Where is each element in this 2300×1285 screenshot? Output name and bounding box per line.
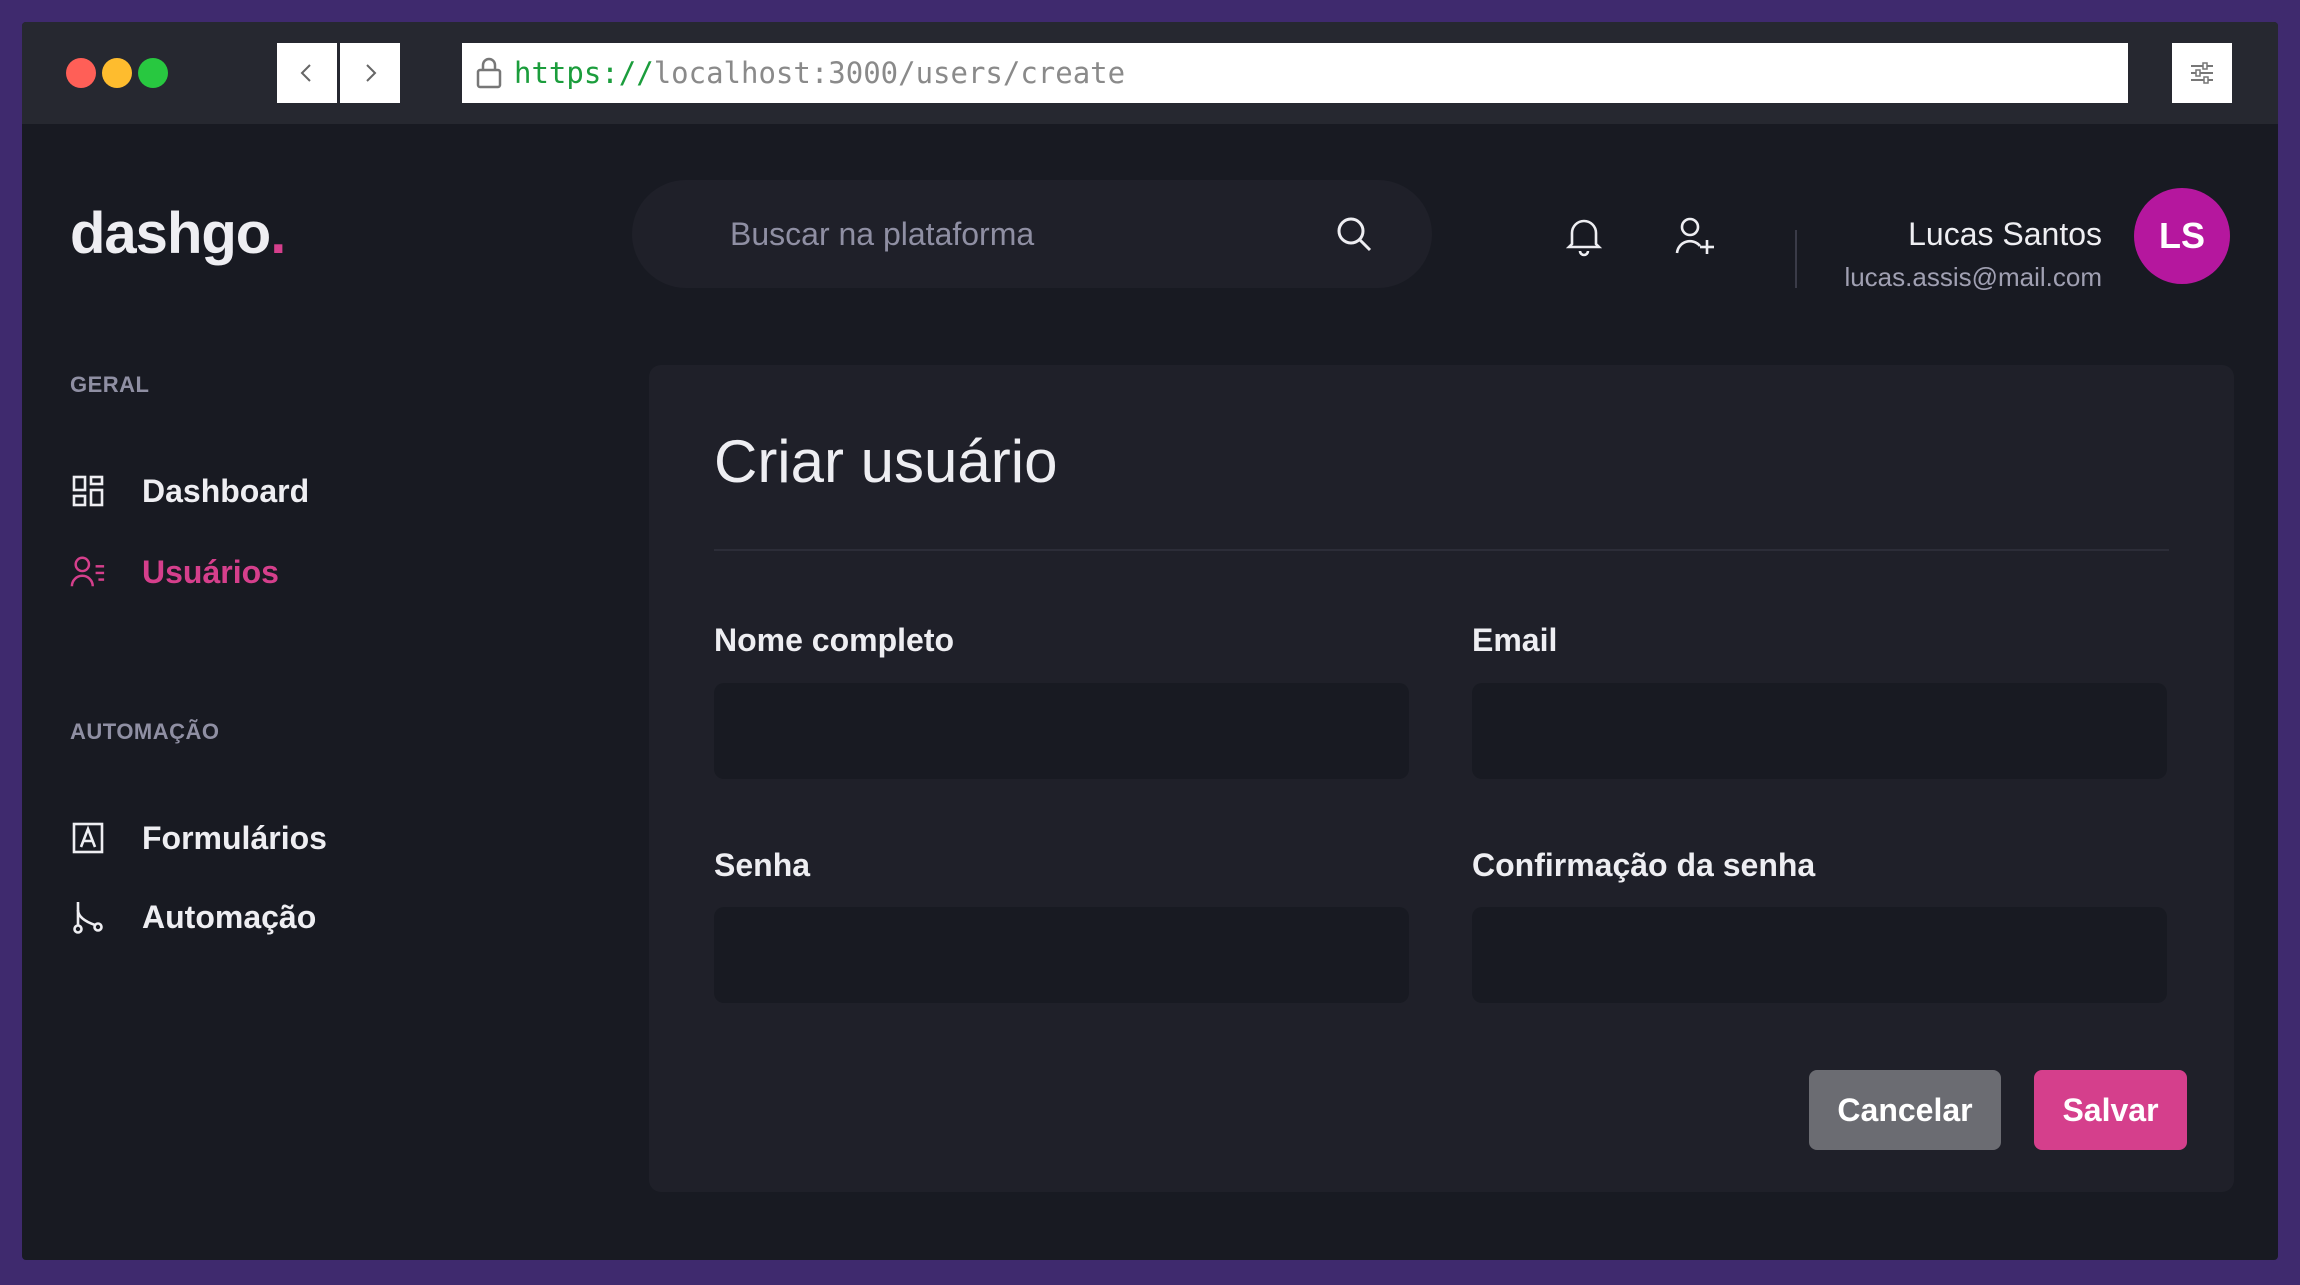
url-scheme: https:// [514, 56, 654, 90]
cancel-button[interactable]: Cancelar [1809, 1070, 2001, 1150]
search-bar [632, 180, 1432, 288]
bell-icon[interactable] [1562, 214, 1606, 258]
sidebar-item-dashboard[interactable]: Dashboard [70, 468, 309, 514]
password-confirmation-field[interactable] [1472, 907, 2167, 1003]
add-user-icon[interactable] [1674, 214, 1718, 258]
page-title: Criar usuário [714, 428, 1058, 495]
url-path: localhost:3000/users/create [653, 56, 1126, 90]
sidebar-item-label: Formulários [142, 819, 327, 856]
git-branch-icon [70, 899, 106, 935]
email-field-label: Email [1472, 622, 1558, 658]
lock-icon [476, 57, 502, 89]
create-user-card: Criar usuário Nome completo Email Senha … [649, 365, 2234, 1192]
back-button[interactable] [277, 43, 337, 103]
logo-dot: . [270, 201, 286, 266]
sidebar-item-label: Automação [142, 898, 317, 935]
sliders-icon [2191, 62, 2213, 84]
forward-button[interactable] [340, 43, 400, 103]
password-field[interactable] [714, 907, 1409, 1003]
user-name: Lucas Santos [1908, 216, 2102, 252]
card-divider [714, 549, 2169, 551]
close-window-button[interactable] [66, 58, 96, 88]
avatar[interactable]: LS [2134, 188, 2230, 284]
chevron-left-icon [300, 64, 311, 82]
maximize-window-button[interactable] [138, 58, 168, 88]
sidebar-item-formularios[interactable]: Formulários [70, 815, 327, 861]
chevron-right-icon [366, 64, 377, 82]
name-field[interactable] [714, 683, 1409, 779]
sidebar-item-automacao[interactable]: Automação [70, 894, 316, 940]
sidebar-item-usuarios[interactable]: Usuários [70, 549, 279, 595]
save-button[interactable]: Salvar [2034, 1070, 2187, 1150]
email-field[interactable] [1472, 683, 2167, 779]
browser-menu-button[interactable] [2172, 43, 2232, 103]
app-logo[interactable]: dashgo. [70, 200, 286, 267]
header-divider [1795, 230, 1797, 288]
search-input[interactable] [728, 214, 1312, 254]
user-email: lucas.assis@mail.com [1844, 262, 2102, 292]
dashboard-icon [70, 473, 106, 509]
browser-window: https://localhost:3000/users/create dash… [22, 22, 2278, 1260]
minimize-window-button[interactable] [102, 58, 132, 88]
password-confirmation-field-label: Confirmação da senha [1472, 847, 1816, 883]
sidebar-section-title-geral: GERAL [70, 372, 150, 397]
avatar-initials: LS [2158, 215, 2205, 256]
users-icon [70, 554, 106, 590]
browser-toolbar: https://localhost:3000/users/create [22, 22, 2278, 124]
name-field-label: Nome completo [714, 622, 955, 658]
password-field-label: Senha [714, 847, 811, 883]
sidebar-item-label: Usuários [142, 553, 279, 590]
form-icon [70, 820, 106, 856]
sidebar-item-label: Dashboard [142, 472, 310, 509]
search-icon[interactable] [1334, 214, 1374, 254]
url-text: https://localhost:3000/users/create [514, 56, 1125, 90]
logo-text: dashgo [70, 201, 271, 266]
sidebar-section-title-automacao: AUTOMAÇÃO [70, 719, 220, 744]
address-bar[interactable]: https://localhost:3000/users/create [462, 43, 2128, 103]
